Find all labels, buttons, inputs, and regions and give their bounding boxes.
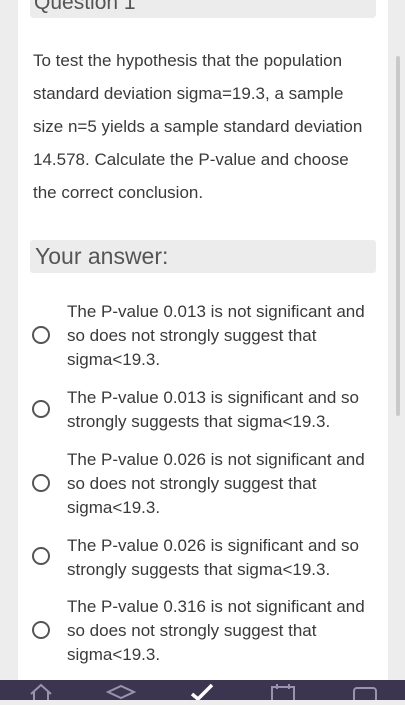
bottom-tab-bar bbox=[0, 680, 405, 703]
answer-header: Your answer: bbox=[30, 240, 376, 273]
radio-button[interactable] bbox=[32, 547, 50, 565]
scrollbar[interactable] bbox=[396, 56, 400, 416]
checkmark-icon[interactable] bbox=[188, 682, 216, 702]
radio-button[interactable] bbox=[32, 474, 50, 492]
answer-option[interactable]: The P-value 0.316 is not significant and… bbox=[32, 595, 372, 669]
answer-option[interactable]: The P-value 0.013 is not significant and… bbox=[32, 300, 372, 374]
radio-button[interactable] bbox=[32, 400, 50, 418]
answer-option[interactable]: The P-value 0.026 is significant and so … bbox=[32, 534, 372, 584]
radio-button[interactable] bbox=[32, 621, 50, 639]
graduation-cap-icon[interactable] bbox=[105, 682, 137, 700]
answer-option[interactable]: The P-value 0.013 is significant and so … bbox=[32, 386, 372, 436]
answer-option-label: The P-value 0.026 is not significant and… bbox=[67, 450, 365, 517]
answer-option[interactable]: The P-value 0.026 is not significant and… bbox=[32, 448, 372, 522]
answer-option-label: The P-value 0.316 is not significant and… bbox=[67, 597, 365, 664]
calendar-icon[interactable] bbox=[270, 682, 296, 702]
radio-button[interactable] bbox=[32, 326, 50, 344]
answer-option-label: The P-value 0.013 is not significant and… bbox=[67, 302, 365, 369]
question-text: To test the hypothesis that the populati… bbox=[33, 51, 363, 202]
home-icon[interactable] bbox=[28, 682, 54, 700]
question-title: Question 1 bbox=[30, 0, 376, 18]
answer-option-label: The P-value 0.013 is significant and so … bbox=[67, 388, 360, 431]
answer-option-label: The P-value 0.026 is significant and so … bbox=[67, 536, 360, 579]
inbox-icon[interactable] bbox=[352, 682, 378, 703]
